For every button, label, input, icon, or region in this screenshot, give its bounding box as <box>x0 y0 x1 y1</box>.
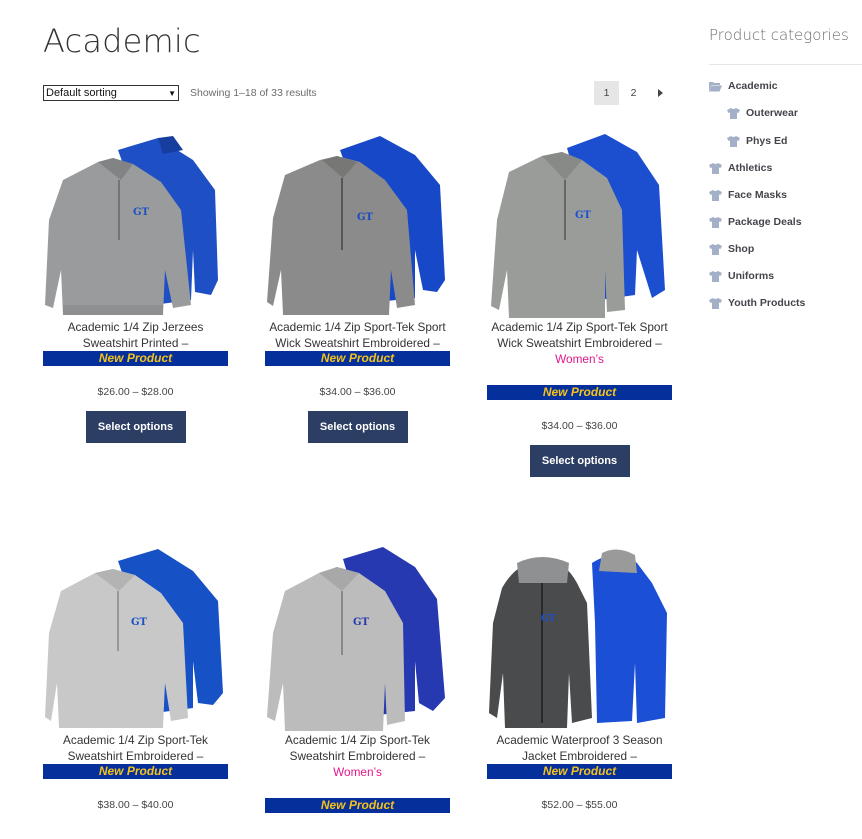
svg-text:GT: GT <box>133 207 150 218</box>
chevron-down-icon: ▼ <box>168 88 176 98</box>
folder-open-icon <box>709 81 722 92</box>
sidebar-item-label: Athletics <box>728 162 773 174</box>
sidebar-item-label: Uniforms <box>728 270 775 282</box>
page-title: Academic <box>43 22 201 60</box>
sidebar-item-label: Youth Products <box>728 297 806 309</box>
sidebar-item-package-deals[interactable]: Package Deals <box>709 216 802 228</box>
product-title[interactable]: Academic Waterproof 3 Season Jacket Embr… <box>487 733 672 764</box>
svg-text:GT: GT <box>575 210 592 221</box>
sidebar-divider <box>709 64 862 65</box>
result-count: Showing 1–18 of 33 results <box>190 87 317 99</box>
product-image[interactable]: GT <box>487 130 672 320</box>
sorting-select[interactable]: Default sorting ▼ <box>43 85 179 101</box>
sidebar-item-label: Outerwear <box>746 107 798 119</box>
chevron-right-icon <box>658 89 663 97</box>
sidebar-item-phys-ed[interactable]: Phys Ed <box>727 135 787 147</box>
sidebar-item-label: Academic <box>728 80 778 92</box>
product-card: GT Academic 1/4 Zip Sport-Tek Sweatshirt… <box>43 543 228 811</box>
sidebar-item-label: Face Masks <box>728 189 787 201</box>
sidebar-item-shop[interactable]: Shop <box>709 243 754 255</box>
new-product-badge: New Product <box>43 351 228 366</box>
new-product-badge: New Product <box>265 351 450 366</box>
product-card: GT Academic 1/4 Zip Sport-Tek Sport Wick… <box>265 130 450 443</box>
sidebar-item-label: Phys Ed <box>746 135 788 147</box>
next-page-button[interactable] <box>648 81 673 105</box>
product-card: GT Academic 1/4 Zip Sport-Tek Sweatshirt… <box>265 543 450 813</box>
product-image[interactable]: GT <box>265 130 450 320</box>
select-options-button[interactable]: Select options <box>529 445 630 477</box>
tshirt-icon <box>709 162 722 174</box>
select-options-button[interactable]: Select options <box>307 411 408 443</box>
product-image[interactable]: GT <box>43 130 228 320</box>
new-product-badge: New Product <box>43 764 228 779</box>
pagination: 1 2 <box>594 81 673 105</box>
svg-text:GT: GT <box>353 617 370 628</box>
womens-label: Women’s <box>333 765 382 779</box>
product-price: $34.00 – $36.00 <box>541 420 618 432</box>
tshirt-icon <box>709 297 722 309</box>
svg-text:GT: GT <box>131 617 148 628</box>
product-title[interactable]: Academic 1/4 Zip Sport-Tek Sweatshirt Em… <box>265 733 450 764</box>
sidebar-item-uniforms[interactable]: Uniforms <box>709 270 774 282</box>
product-image[interactable]: GT <box>265 543 450 733</box>
product-card: GT Academic 1/4 Zip Jerzees Sweatshirt P… <box>43 130 228 443</box>
new-product-badge: New Product <box>487 764 672 779</box>
tshirt-icon <box>709 270 722 282</box>
sidebar-item-label: Shop <box>728 243 755 255</box>
sidebar-item-face-masks[interactable]: Face Masks <box>709 189 787 201</box>
tshirt-icon <box>727 107 740 119</box>
product-image[interactable]: GT <box>487 543 672 733</box>
svg-text:GT: GT <box>541 614 556 624</box>
tshirt-icon <box>709 189 722 201</box>
sidebar-item-athletics[interactable]: Athletics <box>709 162 772 174</box>
select-options-button[interactable]: Select options <box>85 411 186 443</box>
tshirt-icon <box>709 243 722 255</box>
sidebar-item-label: Package Deals <box>728 216 802 228</box>
product-title[interactable]: Academic 1/4 Zip Jerzees Sweatshirt Prin… <box>43 320 228 351</box>
product-title[interactable]: Academic 1/4 Zip Sport-Tek Sport Wick Sw… <box>265 320 450 351</box>
product-price: $26.00 – $28.00 <box>97 386 174 398</box>
product-price: $52.00 – $55.00 <box>541 799 618 811</box>
product-card: GT Academic 1/4 Zip Sport-Tek Sport Wick… <box>487 130 672 477</box>
product-price: $34.00 – $36.00 <box>319 386 396 398</box>
sidebar-item-youth-products[interactable]: Youth Products <box>709 297 805 309</box>
svg-text:GT: GT <box>357 212 374 223</box>
product-title[interactable]: Academic 1/4 Zip Sport-Tek Sweatshirt Em… <box>43 733 228 764</box>
page-1-button[interactable]: 1 <box>594 81 619 105</box>
product-card: GT Academic Waterproof 3 Season Jacket E… <box>487 543 672 811</box>
womens-label: Women’s <box>555 352 604 366</box>
page-2-button[interactable]: 2 <box>621 81 646 105</box>
tshirt-icon <box>709 216 722 228</box>
new-product-badge: New Product <box>487 385 672 400</box>
tshirt-icon <box>727 135 740 147</box>
sidebar-item-outerwear[interactable]: Outerwear <box>727 107 798 119</box>
sidebar-item-academic[interactable]: Academic <box>709 80 778 92</box>
product-price: $38.00 – $40.00 <box>97 799 174 811</box>
new-product-badge: New Product <box>265 798 450 813</box>
product-image[interactable]: GT <box>43 543 228 733</box>
product-title[interactable]: Academic 1/4 Zip Sport-Tek Sport Wick Sw… <box>487 320 672 351</box>
sorting-select-value: Default sorting <box>46 87 117 99</box>
sidebar-title: Product categories <box>709 26 849 44</box>
